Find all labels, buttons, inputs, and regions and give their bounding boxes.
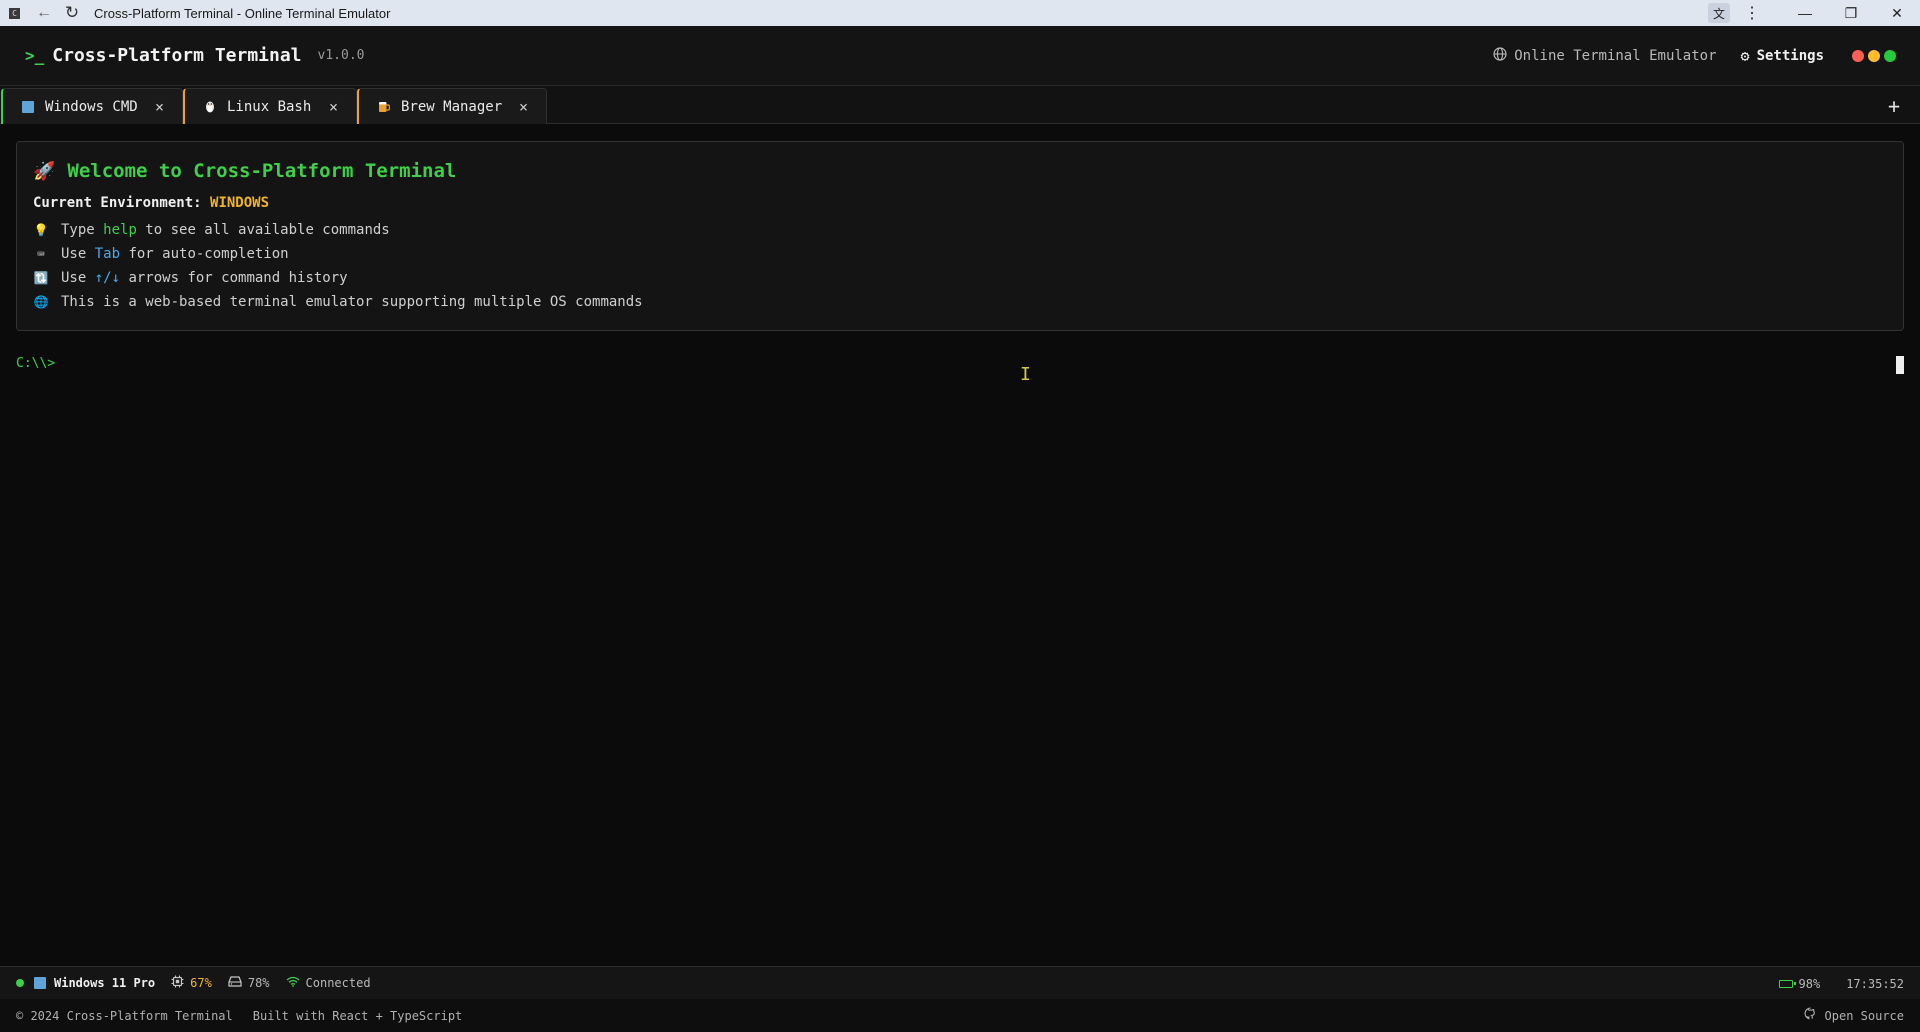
footer: © 2024 Cross-Platform Terminal Built wit…: [0, 999, 1920, 1032]
battery-icon: [1778, 979, 1796, 988]
tip-web: 🌐 This is a web-based terminal emulator s…: [33, 294, 643, 310]
window-dots: [1848, 50, 1896, 62]
tip-post: to see all available commands: [136, 222, 390, 238]
tab-bar: Windows CMD × Linux Bash × Brew Manager …: [0, 86, 1920, 124]
os-name: Windows 11 Pro: [54, 976, 156, 990]
windows-icon: [21, 100, 35, 114]
windows-icon: [34, 977, 46, 989]
minimize-icon[interactable]: —: [1782, 0, 1828, 26]
welcome-title: 🚀 Welcome to Cross-Platform Terminal: [33, 160, 456, 182]
window-title: Cross-Platform Terminal - Online Termina…: [94, 5, 391, 21]
connection-status: Connected: [286, 976, 371, 991]
app-icon: C: [9, 7, 20, 19]
connection-label: Connected: [305, 976, 371, 990]
tip-post: for auto-completion: [120, 246, 289, 262]
tab-linux-bash[interactable]: Linux Bash ×: [183, 88, 357, 124]
online-emulator-link[interactable]: Online Terminal Emulator: [1493, 47, 1717, 65]
memory-usage: 78%: [228, 975, 270, 991]
online-emulator-label: Online Terminal Emulator: [1514, 48, 1717, 64]
gear-icon: ⚙: [1740, 47, 1750, 65]
tip-post: This is a web-based terminal emulator su…: [61, 294, 643, 310]
lightbulb-icon: 💡: [33, 223, 49, 237]
wifi-icon: [286, 976, 300, 991]
welcome-title-text: Welcome to Cross-Platform Terminal: [67, 160, 457, 182]
hard-drive-icon: [228, 975, 242, 991]
cpu-value: 67%: [190, 976, 212, 990]
clock: 17:35:52: [1846, 976, 1904, 991]
tab-label: Brew Manager: [401, 98, 503, 115]
tip-pre: Use: [61, 270, 95, 286]
environment-line: Current Environment: WINDOWS: [33, 195, 269, 211]
open-source-link[interactable]: Open Source: [1804, 999, 1904, 1032]
cpu-icon: [171, 975, 184, 992]
tip-keyword: ↑/↓: [94, 270, 121, 286]
more-menu-icon[interactable]: ⋮: [1742, 0, 1762, 26]
app-version: v1.0.0: [317, 48, 365, 63]
new-tab-button[interactable]: +: [1888, 94, 1900, 118]
tip-tab: ⌨ Use Tab for auto-completion: [33, 246, 289, 262]
browser-titlebar: C ← ↻ Cross-Platform Terminal - Online T…: [0, 0, 1920, 26]
reload-icon[interactable]: ↻: [60, 0, 84, 26]
close-tab-icon[interactable]: ×: [155, 98, 164, 116]
app-name: Cross-Platform Terminal: [52, 45, 302, 66]
rocket-icon: 🚀: [33, 160, 56, 182]
environment-label: Current Environment:: [33, 195, 202, 211]
close-tab-icon[interactable]: ×: [519, 98, 528, 116]
keyboard-icon: ⌨: [37, 247, 45, 261]
globe-icon: 🌐: [33, 295, 49, 309]
settings-label: Settings: [1756, 48, 1824, 64]
tip-keyword: Tab: [94, 246, 121, 262]
tab-label: Windows CMD: [45, 98, 138, 115]
beer-icon: [377, 100, 391, 114]
tip-help: 💡 Type help to see all available commands: [33, 222, 390, 238]
translate-icon[interactable]: 文: [1708, 3, 1730, 23]
tip-pre: Use: [61, 246, 95, 262]
cpu-usage: 67%: [171, 975, 212, 992]
open-source-label: Open Source: [1824, 1008, 1904, 1023]
battery-value: 98%: [1798, 976, 1821, 991]
arrows-icon: 🔃: [33, 271, 49, 285]
yellow-dot[interactable]: [1868, 50, 1880, 62]
restore-icon[interactable]: ❐: [1828, 0, 1874, 26]
terminal-logo-icon: >_: [25, 46, 45, 65]
welcome-panel: 🚀 Welcome to Cross-Platform Terminal Cur…: [16, 141, 1904, 331]
close-tab-icon[interactable]: ×: [329, 98, 338, 116]
globe-icon: [1493, 47, 1507, 65]
tip-pre: Type: [61, 222, 104, 238]
app-header: >_ Cross-Platform Terminal v1.0.0 Online…: [0, 26, 1920, 86]
tab-label: Linux Bash: [227, 98, 312, 115]
close-window-icon[interactable]: ✕: [1874, 0, 1920, 26]
green-dot[interactable]: [1884, 50, 1896, 62]
tip-post: arrows for command history: [120, 270, 348, 286]
memory-value: 78%: [247, 976, 270, 990]
settings-button[interactable]: ⚙ Settings: [1741, 47, 1824, 65]
copyright: © 2024 Cross-Platform Terminal: [16, 1008, 233, 1023]
penguin-icon: [203, 100, 217, 114]
status-indicator-dot: [16, 979, 24, 987]
environment-value: WINDOWS: [210, 195, 270, 211]
built-with: Built with React + TypeScript: [252, 1008, 463, 1023]
tab-brew-manager[interactable]: Brew Manager ×: [357, 88, 547, 124]
red-dot[interactable]: [1852, 50, 1864, 62]
terminal-caret: [1896, 356, 1904, 374]
terminal-prompt[interactable]: C:\\>: [16, 356, 55, 371]
back-icon[interactable]: ←: [32, 0, 56, 26]
text-cursor-icon: I: [1020, 364, 1031, 385]
tab-windows-cmd[interactable]: Windows CMD ×: [1, 88, 183, 124]
tip-keyword: help: [103, 222, 137, 238]
github-icon: [1804, 1007, 1817, 1024]
tip-history: 🔃 Use ↑/↓ arrows for command history: [33, 270, 348, 286]
status-bar: Windows 11 Pro 67% 78% Connected 98% 17:…: [0, 966, 1920, 999]
